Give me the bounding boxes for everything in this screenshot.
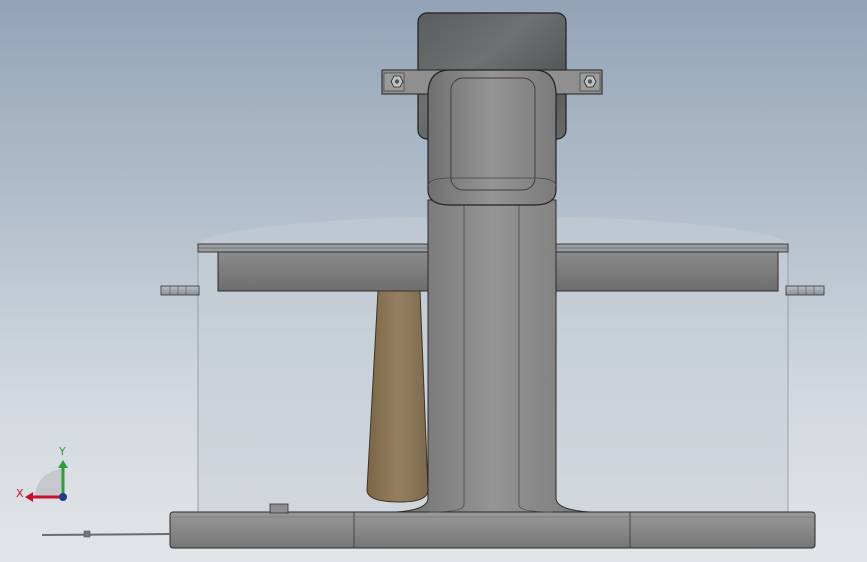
right-side-bolt[interactable] (785, 285, 825, 296)
z-axis-dot-icon (59, 493, 67, 501)
left-hex-nut-icon (390, 75, 404, 88)
wire-rod[interactable] (41, 530, 171, 538)
triad-gray-disc-icon (35, 469, 63, 497)
base-tab[interactable] (269, 503, 289, 514)
model-viewport[interactable]: X Y (0, 0, 867, 562)
tapered-tan-part[interactable] (366, 290, 429, 503)
right-hex-nut-icon (583, 75, 597, 88)
y-axis-arrowhead-icon (58, 460, 68, 468)
coordinate-triad: X Y (16, 445, 68, 502)
x-axis-arrowhead-icon (25, 492, 33, 502)
column-clamp-housing[interactable] (427, 69, 557, 206)
base-plate[interactable] (169, 511, 816, 549)
y-axis-label: Y (58, 445, 66, 458)
left-side-bolt[interactable] (160, 285, 200, 296)
x-axis-label: X (16, 487, 24, 500)
